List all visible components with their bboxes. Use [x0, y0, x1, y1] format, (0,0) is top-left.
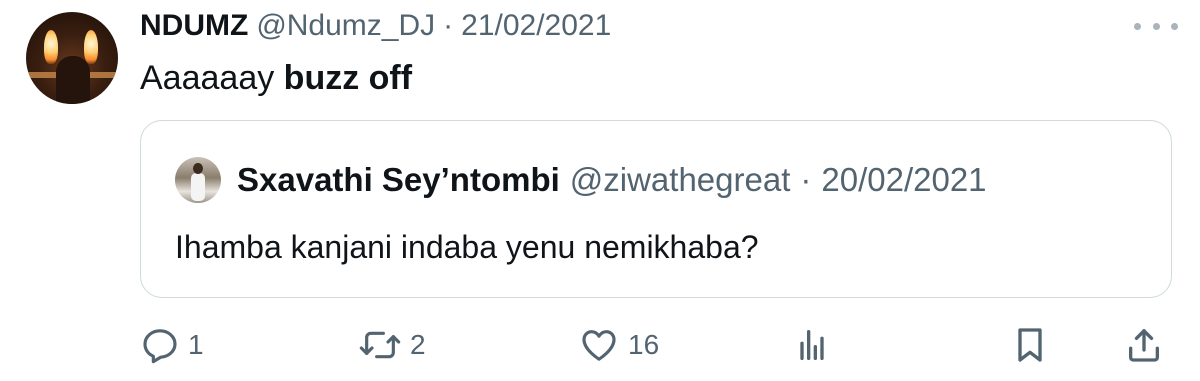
- bookmark-icon: [1018, 328, 1042, 362]
- views-button[interactable]: [792, 320, 832, 370]
- more-dot: [1171, 22, 1178, 30]
- author-display-name[interactable]: NDUMZ: [140, 9, 248, 43]
- retweet-count: 2: [410, 329, 426, 360]
- reply-count: 1: [188, 329, 204, 360]
- more-options-icon[interactable]: [1134, 16, 1178, 36]
- like-button[interactable]: 16: [578, 320, 659, 370]
- author-avatar[interactable]: [26, 12, 118, 104]
- header-separator: ·: [443, 9, 454, 42]
- tweet-text-plain: Aaaaaay: [140, 59, 284, 97]
- reply-icon: [143, 329, 177, 364]
- quoted-header-separator: ·: [800, 161, 812, 198]
- reply-button[interactable]: 1: [140, 320, 204, 370]
- action-bar: 1 2 16: [0, 320, 1200, 370]
- quoted-avatar-head: [193, 163, 203, 174]
- more-dot: [1152, 22, 1160, 30]
- tweet-text: Aaaaaay buzz off: [140, 56, 412, 100]
- share-icon: [1129, 329, 1159, 362]
- tweet-header: NDUMZ @Ndumz_DJ · 21/02/2021: [140, 8, 611, 44]
- retweet-icon: [359, 331, 401, 359]
- quoted-tweet-card[interactable]: Sxavathi Sey’ntombi @ziwathegreat · 20/0…: [140, 120, 1172, 298]
- quoted-author-avatar[interactable]: [175, 157, 221, 203]
- avatar-flame-left: [44, 30, 58, 64]
- tweet-date[interactable]: 21/02/2021: [461, 9, 611, 43]
- author-handle[interactable]: @Ndumz_DJ: [256, 9, 435, 43]
- views-icon: [800, 330, 824, 360]
- quoted-author-display-name: Sxavathi Sey’ntombi: [237, 161, 560, 198]
- like-count: 16: [628, 329, 660, 360]
- quoted-tweet-date: 20/02/2021: [821, 161, 987, 198]
- retweet-button[interactable]: 2: [358, 320, 426, 370]
- tweet-text-bold: buzz off: [283, 59, 413, 97]
- avatar-flame-right: [84, 30, 98, 64]
- bookmark-button[interactable]: [1010, 320, 1050, 370]
- quoted-tweet-header: Sxavathi Sey’ntombi @ziwathegreat · 20/0…: [237, 161, 987, 199]
- share-button[interactable]: [1124, 320, 1164, 370]
- more-dot: [1134, 22, 1141, 30]
- quoted-avatar-body: [191, 173, 205, 201]
- avatar-figure: [56, 56, 90, 104]
- heart-icon: [582, 330, 616, 361]
- quoted-author-handle: @ziwathegreat: [569, 161, 791, 198]
- quoted-tweet-text: Ihamba kanjani indaba yenu nemikhaba?: [175, 229, 759, 265]
